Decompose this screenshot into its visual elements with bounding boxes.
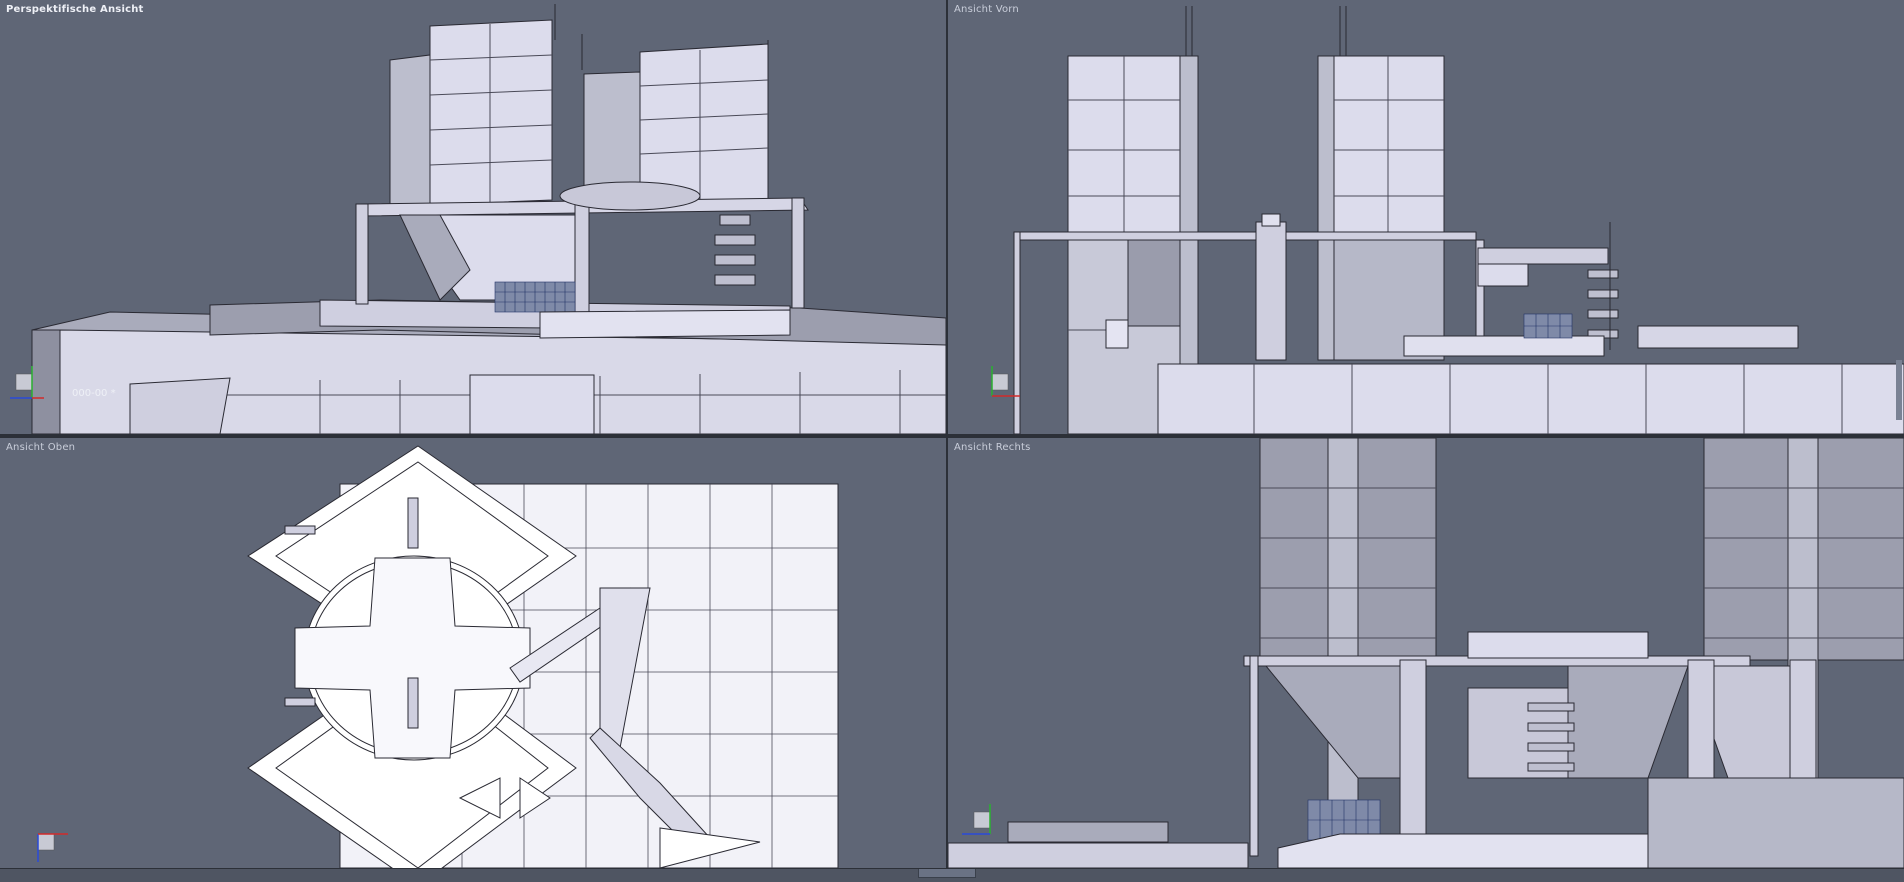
axis-gizmo-right (956, 800, 1002, 846)
right-scene (948, 438, 1904, 868)
bottom-splitter-grip[interactable] (918, 869, 976, 878)
axis-gizmo-perspective (4, 362, 50, 408)
viewport-divider-vertical[interactable] (946, 0, 948, 881)
viewport-divider-horizontal[interactable] (0, 434, 1904, 438)
perspective-scene (31, 4, 946, 434)
viewport-label-top[interactable]: Ansicht Oben (6, 442, 75, 453)
object-name-label: 000-00 * (72, 388, 116, 399)
viewport-label-front[interactable]: Ansicht Vorn (954, 4, 1019, 15)
viewport-right[interactable]: Ansicht Rechts (948, 438, 1904, 868)
front-scene (1013, 6, 1904, 434)
axis-gizmo-top (30, 828, 76, 868)
axis-gizmo-front (980, 362, 1026, 408)
top-scene (247, 445, 839, 868)
viewport-label-perspective[interactable]: Perspektifische Ansicht (6, 4, 144, 15)
viewport-resize-handle[interactable] (1896, 360, 1902, 420)
modeling-app-window: Perspektifische Ansicht 000-00 * Ansicht… (0, 0, 1904, 882)
viewport-perspective[interactable]: Perspektifische Ansicht 000-00 * (0, 0, 946, 434)
bottom-status-bar (0, 868, 1904, 882)
viewport-label-right[interactable]: Ansicht Rechts (954, 442, 1031, 453)
viewport-top[interactable]: Ansicht Oben (0, 438, 946, 868)
viewport-front[interactable]: Ansicht Vorn (948, 0, 1904, 434)
